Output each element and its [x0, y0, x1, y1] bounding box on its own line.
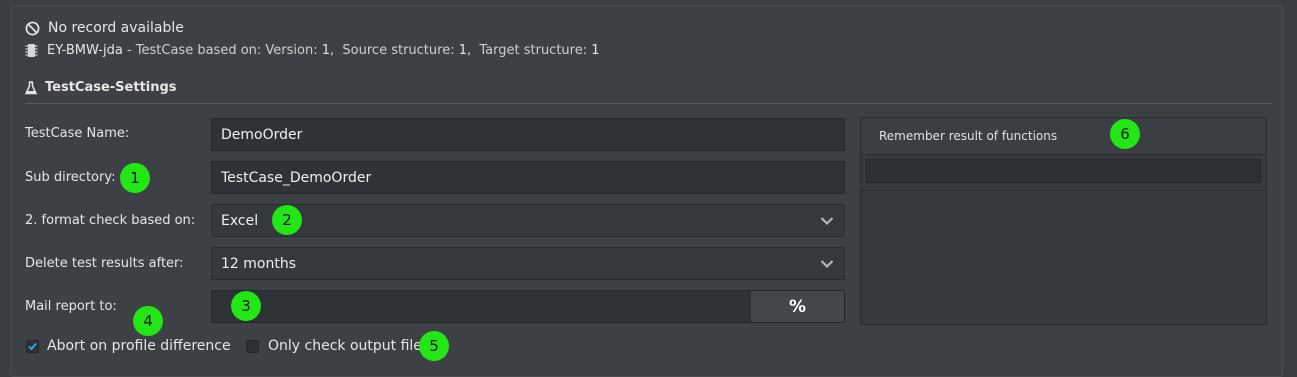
- sub-directory-value: TestCase_DemoOrder: [221, 169, 372, 186]
- checkbox-unchecked-icon[interactable]: [246, 339, 259, 353]
- mail-placeholder-button[interactable]: %: [750, 291, 844, 322]
- version-value: 1: [321, 43, 331, 58]
- annotation-marker-3: 3: [231, 291, 261, 321]
- testcase-name-value: DemoOrder: [221, 126, 303, 143]
- no-entry-icon: [25, 21, 40, 35]
- section-title: TestCase-Settings: [45, 80, 177, 95]
- source-label: , Source structure:: [330, 43, 459, 58]
- section-header: TestCase-Settings: [25, 80, 177, 95]
- project-name: EY-BMW-jda: [47, 43, 123, 58]
- chevron-down-icon: [820, 216, 834, 225]
- source-value: 1: [458, 43, 467, 58]
- testcase-panel: No record available EY-BMW-jda - TestCas…: [10, 5, 1283, 377]
- chevron-down-icon: [820, 259, 834, 268]
- remember-functions-title: Remember result of functions: [879, 129, 1058, 143]
- remember-functions-header[interactable]: Remember result of functions: [861, 118, 1266, 155]
- testcase-info-line: EY-BMW-jda - TestCase based on: Version:…: [25, 43, 600, 58]
- status-text: No record available: [48, 20, 184, 36]
- abort-on-profile-checkbox[interactable]: Abort on profile difference: [26, 338, 231, 354]
- chip-icon: [25, 44, 38, 57]
- testcase-name-label: TestCase Name:: [25, 126, 130, 141]
- annotation-marker-2: 2: [272, 205, 302, 235]
- delete-results-select[interactable]: 12 months: [211, 247, 845, 280]
- section-divider: [25, 103, 1272, 104]
- format-check-select[interactable]: Excel: [211, 204, 845, 237]
- remember-functions-divider: [861, 190, 1266, 191]
- target-value: 1: [591, 43, 600, 58]
- annotation-marker-6: 6: [1110, 119, 1140, 149]
- checkbox-checked-icon[interactable]: [26, 339, 39, 353]
- format-check-label: 2. format check based on:: [25, 213, 196, 228]
- mail-report-input[interactable]: %: [211, 290, 845, 323]
- delete-results-value: 12 months: [221, 255, 296, 272]
- testcase-info: EY-BMW-jda - TestCase based on: Version:…: [47, 43, 600, 58]
- testcase-name-input[interactable]: DemoOrder: [211, 118, 845, 151]
- sub-directory-input[interactable]: TestCase_DemoOrder: [211, 161, 845, 194]
- remember-functions-filter-input[interactable]: [866, 159, 1261, 183]
- target-label: , Target structure:: [466, 43, 592, 58]
- sub-directory-label: Sub directory:: [25, 170, 116, 185]
- annotation-marker-5: 5: [419, 331, 449, 361]
- annotation-marker-1: 1: [120, 163, 150, 193]
- info-prefix: - TestCase based on: Version:: [122, 43, 322, 58]
- annotation-marker-4: 4: [133, 306, 163, 336]
- mail-report-label: Mail report to:: [25, 299, 117, 314]
- remember-functions-panel: Remember result of functions: [860, 117, 1267, 325]
- delete-results-label: Delete test results after:: [25, 256, 184, 271]
- flask-icon: [25, 80, 37, 94]
- format-check-value: Excel: [221, 212, 259, 229]
- status-line: No record available: [25, 20, 184, 36]
- abort-on-profile-label: Abort on profile difference: [47, 338, 231, 354]
- only-check-output-label: Only check output file: [268, 338, 422, 354]
- only-check-output-checkbox[interactable]: Only check output file: [246, 338, 422, 354]
